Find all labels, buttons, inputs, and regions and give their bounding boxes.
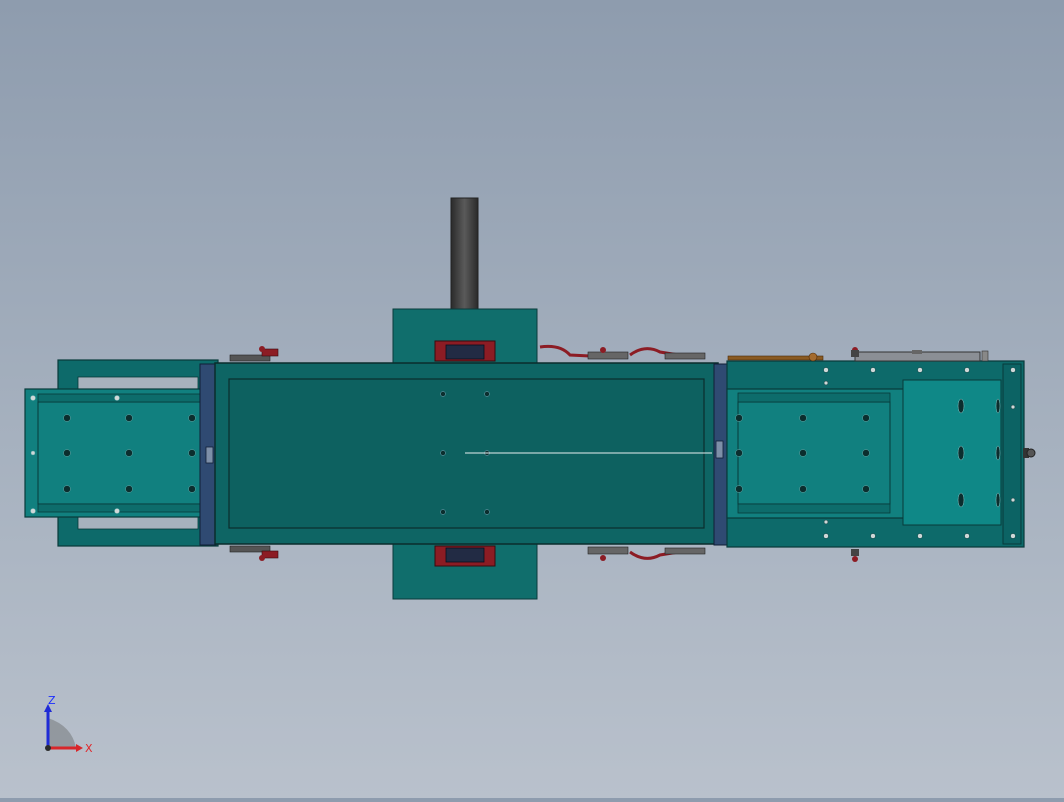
cylinder-port (912, 350, 922, 354)
triad-plane (48, 718, 76, 748)
cylinder-end-fitting (981, 350, 989, 362)
right-plate-top-lip (737, 392, 891, 403)
end-adjust-knob[interactable] (1023, 448, 1036, 458)
top-right-toggle-clamp[interactable] (629, 347, 706, 360)
top-center-toggle-clamp[interactable] (539, 344, 629, 360)
assembly-drawing[interactable] (0, 0, 1064, 798)
right-plate-bottom-lip (737, 503, 891, 514)
axis-triad: Z X (44, 696, 93, 755)
cad-viewport[interactable] (0, 0, 1064, 798)
z-axis-label: Z (48, 696, 56, 707)
bottom-right-toggle-clamp[interactable] (629, 547, 706, 560)
top-pressure-pad[interactable] (434, 340, 496, 362)
bottom-far-right-clamp[interactable] (851, 549, 859, 562)
bottom-left-toggle-clamp[interactable] (229, 545, 279, 561)
right-end-cap (1002, 363, 1022, 545)
bottom-center-toggle-clamp[interactable] (587, 546, 629, 561)
bottom-pressure-pad[interactable] (434, 545, 496, 567)
rod-end (808, 352, 818, 362)
x-axis-label: X (85, 742, 93, 755)
left-slide-plate[interactable] (24, 388, 209, 518)
top-left-toggle-clamp[interactable] (229, 346, 279, 362)
right-slide-plate[interactable] (726, 388, 905, 519)
x-axis-arrow (76, 744, 83, 752)
left-rail-gap-top (77, 376, 199, 390)
vertical-post[interactable] (450, 197, 479, 311)
left-hinge-knob[interactable] (205, 446, 214, 464)
triad-origin (45, 745, 51, 751)
top-far-right-clamp[interactable] (851, 347, 859, 357)
left-rail-gap-bottom (77, 516, 199, 530)
right-hinge-knob[interactable] (715, 440, 724, 459)
right-end-plate[interactable] (902, 379, 1002, 526)
